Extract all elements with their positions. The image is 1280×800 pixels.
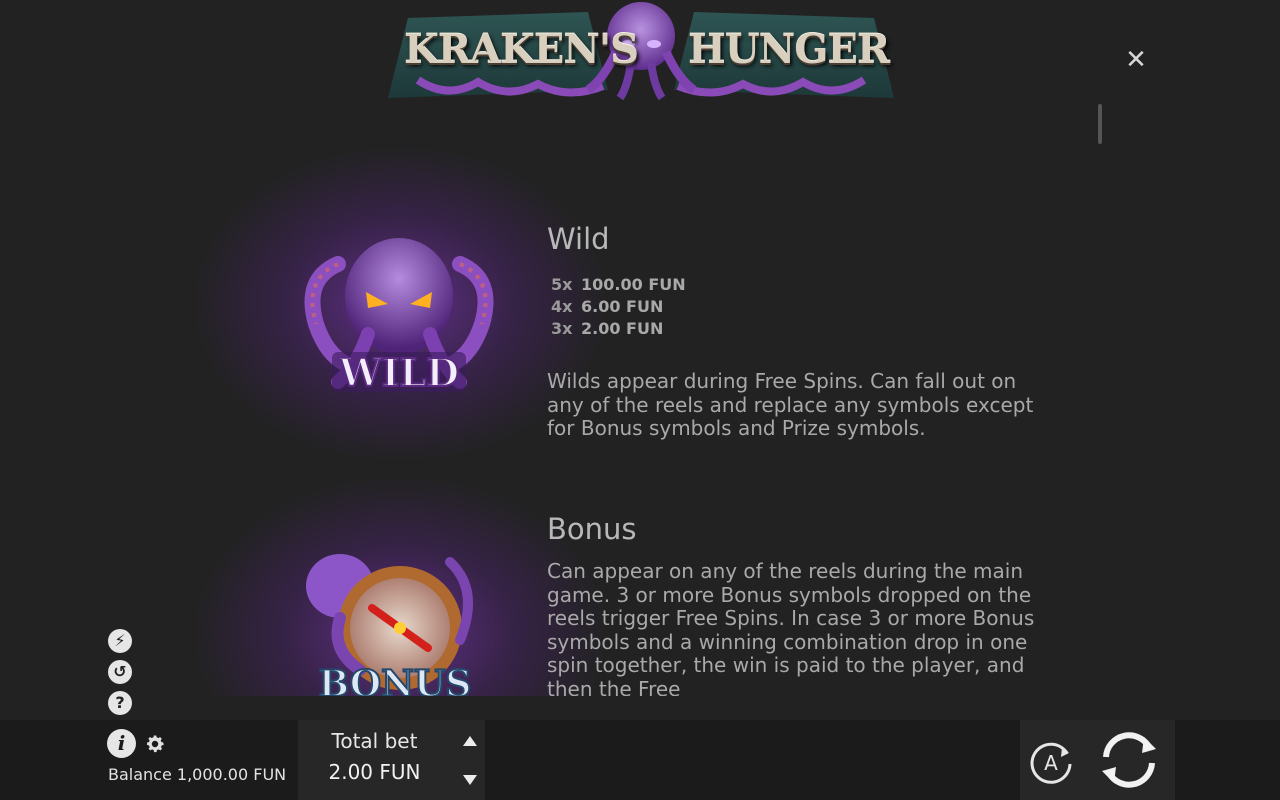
symbol-desc-wild: Wilds appear during Free Spins. Can fall… bbox=[547, 369, 1034, 440]
payout-row: 5x 100.00 FUN bbox=[551, 275, 686, 294]
logo-word-left: KRAKEN'S bbox=[404, 26, 639, 73]
total-bet-label: Total bet bbox=[331, 729, 418, 753]
history-button[interactable]: ↺ bbox=[108, 660, 132, 684]
logo-word-right: HUNGER bbox=[688, 26, 890, 73]
wild-symbol-icon: WILD bbox=[304, 238, 494, 394]
close-button[interactable]: ✕ bbox=[1122, 46, 1150, 74]
paytable-wild: 5x 100.00 FUN 4x 6.00 FUN 3x 2.00 FUN bbox=[551, 274, 686, 340]
balance-value: 1,000.00 FUN bbox=[176, 765, 287, 784]
symbol-title-wild: Wild bbox=[547, 222, 610, 256]
bonus-symbol-icon: BONUS bbox=[306, 554, 473, 696]
spin-icon bbox=[1102, 732, 1156, 788]
paytable-scroll-area[interactable]: WILD Wild 5x 100.00 FUN 4x 6.00 FUN 3x 2.00… bbox=[0, 104, 1110, 696]
balance-display: Balance 1,000.00 FUN bbox=[108, 765, 286, 784]
help-icon: ? bbox=[115, 693, 125, 712]
info-button[interactable]: i bbox=[107, 729, 136, 758]
symbol-title-bonus: Bonus bbox=[547, 512, 637, 546]
arrow-down-icon bbox=[463, 775, 477, 785]
gear-icon[interactable] bbox=[144, 733, 166, 755]
spin-button[interactable] bbox=[1094, 727, 1164, 793]
game-info-page: KRAKEN'S HUNGER ✕ WILD Wild 5x 100.00 FU… bbox=[0, 0, 1280, 800]
scrollbar-thumb[interactable] bbox=[1098, 104, 1102, 144]
symbol-block-bonus: BONUS Bonus Can appear on any of the ree… bbox=[0, 434, 1100, 696]
balance-label: Balance bbox=[108, 765, 172, 784]
payout-row: 4x 6.00 FUN bbox=[551, 297, 664, 316]
info-icon: i bbox=[117, 731, 126, 755]
turbo-icon: ⚡ bbox=[114, 631, 126, 650]
arrow-up-icon bbox=[463, 736, 477, 746]
history-icon: ↺ bbox=[113, 662, 127, 681]
turbo-button[interactable]: ⚡ bbox=[108, 629, 132, 653]
bet-decrease-button[interactable] bbox=[457, 767, 483, 793]
help-button[interactable]: ? bbox=[108, 691, 132, 715]
symbol-desc-bonus: Can appear on any of the reels during th… bbox=[547, 559, 1035, 696]
total-bet-value: 2.00 FUN bbox=[328, 760, 421, 784]
autoplay-label: A bbox=[1044, 751, 1058, 775]
bonus-art-label: BONUS bbox=[319, 663, 472, 696]
symbol-block-wild: WILD Wild 5x 100.00 FUN 4x 6.00 FUN 3x 2.00… bbox=[0, 104, 1100, 464]
close-icon: ✕ bbox=[1125, 45, 1147, 75]
wild-art-label: WILD bbox=[338, 350, 459, 394]
bet-increase-button[interactable] bbox=[457, 728, 483, 754]
game-logo: KRAKEN'S HUNGER bbox=[388, 0, 894, 100]
autoplay-button[interactable]: A bbox=[1026, 737, 1076, 787]
payout-row: 3x 2.00 FUN bbox=[551, 319, 664, 338]
